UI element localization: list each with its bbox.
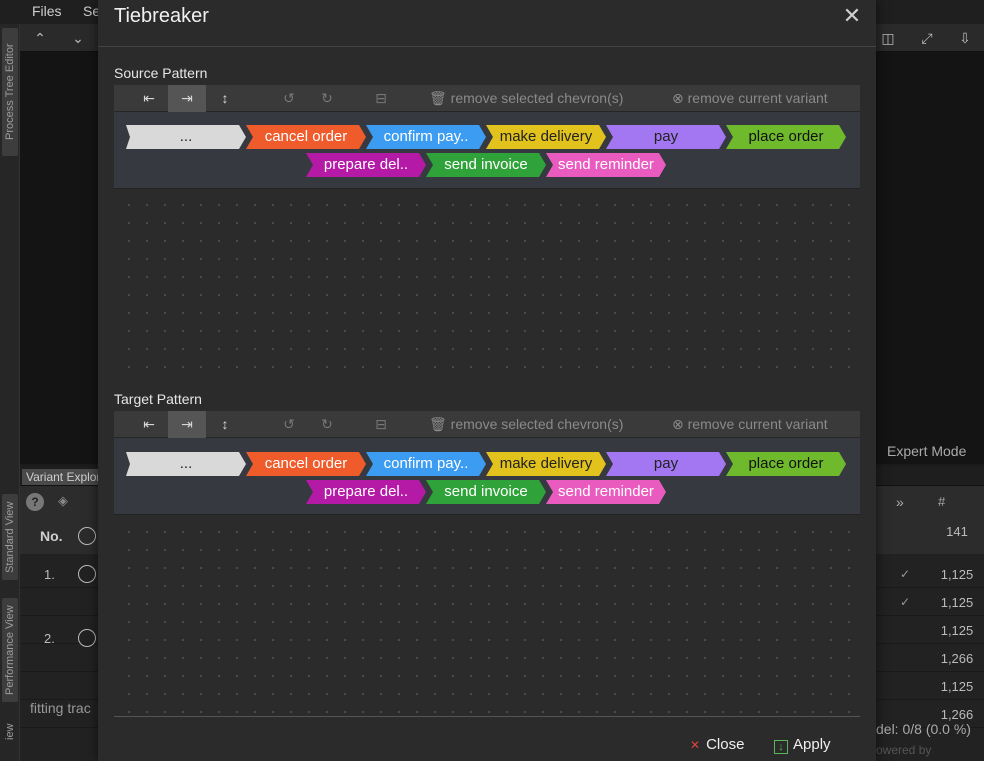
- target-toolbar: ⇤ ⇥ ↕ ↺ ↻ ⊟ 🗑 remove selected chevron(s)…: [114, 411, 860, 438]
- close-x-icon: ✕: [690, 738, 701, 752]
- redo-icon[interactable]: ↻: [308, 85, 346, 112]
- count-cell: 141: [946, 524, 968, 539]
- chevron-send-invoice[interactable]: send invoice: [426, 153, 546, 177]
- align-right-icon[interactable]: ⇥: [168, 411, 206, 438]
- remove-selected-button[interactable]: 🗑 remove selected chevron(s): [429, 90, 623, 107]
- target-pattern-label: Target Pattern: [114, 391, 202, 407]
- chevron-ellipsis[interactable]: ...: [126, 452, 246, 476]
- close-button[interactable]: ✕ Close: [690, 736, 744, 753]
- trash-icon: 🗑: [429, 416, 447, 432]
- fitting-status: fitting trac: [30, 700, 91, 716]
- align-left-icon[interactable]: ⇤: [130, 85, 168, 112]
- circle-x-icon: ⊗: [672, 90, 684, 106]
- fullscreen-icon[interactable]: ⤢: [915, 28, 939, 48]
- left-rail: Process Tree Editor Standard View Perfor…: [0, 24, 20, 761]
- tab-standard-view[interactable]: Standard View: [2, 494, 18, 580]
- apply-button[interactable]: ↓ Apply: [774, 736, 831, 754]
- chevron-send-reminder[interactable]: send reminder: [546, 480, 666, 504]
- chevron-prepare-delivery[interactable]: prepare del..: [306, 480, 426, 504]
- expand-icon[interactable]: »: [896, 494, 904, 510]
- count-cell: 1,125: [940, 595, 974, 610]
- chevron-make-delivery[interactable]: make delivery: [486, 125, 606, 149]
- undo-icon[interactable]: ↺: [270, 411, 308, 438]
- chevron-place-order[interactable]: place order: [726, 452, 846, 476]
- close-icon[interactable]: ✕: [840, 4, 864, 28]
- help-icon[interactable]: ?: [26, 493, 44, 511]
- target-pattern-editor: ⇤ ⇥ ↕ ↺ ↻ ⊟ 🗑 remove selected chevron(s)…: [114, 411, 860, 516]
- collapse-icon[interactable]: ⊟: [362, 411, 400, 438]
- remove-variant-button[interactable]: ⊗ remove current variant: [672, 90, 828, 107]
- row-number: 1.: [44, 567, 55, 582]
- select-all-radio[interactable]: [78, 527, 96, 545]
- remove-selected-button[interactable]: 🗑 remove selected chevron(s): [429, 416, 623, 433]
- powered-by: owered by: [876, 743, 932, 757]
- align-left-icon[interactable]: ⇤: [130, 411, 168, 438]
- chevron-pay[interactable]: pay: [606, 452, 726, 476]
- tab-process-tree-editor[interactable]: Process Tree Editor: [2, 28, 18, 156]
- trash-icon: 🗑: [429, 90, 447, 106]
- check-icon: ✓: [900, 567, 911, 581]
- chevron-confirm-payment[interactable]: confirm pay..: [366, 452, 486, 476]
- chevron-send-invoice[interactable]: send invoice: [426, 480, 546, 504]
- redo-icon[interactable]: ↻: [308, 411, 346, 438]
- chevron-prepare-delivery[interactable]: prepare del..: [306, 153, 426, 177]
- download-icon: ↓: [774, 740, 788, 754]
- target-variant-chevrons: ... cancel order confirm pay.. make deli…: [114, 438, 860, 515]
- column-no: No.: [40, 528, 63, 544]
- chevron-up-icon[interactable]: ⌃: [28, 28, 52, 48]
- tab-performance-view[interactable]: Performance View: [2, 598, 18, 702]
- column-count: #: [938, 494, 946, 509]
- chevron-cancel-order[interactable]: cancel order: [246, 452, 366, 476]
- chevron-ellipsis[interactable]: ...: [126, 125, 246, 149]
- count-cell: 1,125: [940, 623, 974, 638]
- expand-vertical-icon[interactable]: ↕: [206, 85, 244, 112]
- count-cell: 1,125: [940, 567, 974, 582]
- align-right-icon[interactable]: ⇥: [168, 85, 206, 112]
- expand-vertical-icon[interactable]: ↕: [206, 411, 244, 438]
- layers-icon[interactable]: ◈: [58, 493, 68, 509]
- chevron-place-order[interactable]: place order: [726, 125, 846, 149]
- remove-variant-label: remove current variant: [687, 416, 828, 432]
- target-drop-area[interactable]: [114, 517, 860, 713]
- source-toolbar: ⇤ ⇥ ↕ ↺ ↻ ⊟ 🗑 remove selected chevron(s)…: [114, 85, 860, 112]
- collapse-icon[interactable]: ⊟: [362, 85, 400, 112]
- remove-variant-button[interactable]: ⊗ remove current variant: [672, 416, 828, 433]
- dialog-header: Tiebreaker ✕: [98, 0, 876, 47]
- model-status: del: 0/8 (0.0 %): [876, 721, 971, 737]
- check-icon: ✓: [900, 595, 911, 609]
- menu-files[interactable]: Files: [32, 3, 62, 19]
- tiebreaker-dialog: Tiebreaker ✕ Source Pattern ⇤ ⇥ ↕ ↺ ↻ ⊟ …: [98, 0, 876, 761]
- chevron-down-icon[interactable]: ⌄: [66, 28, 90, 48]
- tab-other-view[interactable]: iew: [2, 718, 18, 746]
- expert-mode-label[interactable]: Expert Mode: [887, 443, 966, 459]
- remove-variant-label: remove current variant: [687, 90, 828, 106]
- remove-selected-label: remove selected chevron(s): [450, 416, 624, 432]
- chevron-cancel-order[interactable]: cancel order: [246, 125, 366, 149]
- remove-selected-label: remove selected chevron(s): [450, 90, 624, 106]
- export-icon[interactable]: ⇩: [953, 28, 977, 48]
- footer-divider: [114, 716, 860, 717]
- apply-button-label: Apply: [793, 736, 831, 753]
- count-cell: 1,266: [940, 651, 974, 666]
- source-drop-area[interactable]: [114, 190, 860, 380]
- chevron-make-delivery[interactable]: make delivery: [486, 452, 606, 476]
- source-pattern-label: Source Pattern: [114, 65, 208, 81]
- dialog-title: Tiebreaker: [114, 5, 209, 27]
- chevron-send-reminder[interactable]: send reminder: [546, 153, 666, 177]
- source-pattern-editor: ⇤ ⇥ ↕ ↺ ↻ ⊟ 🗑 remove selected chevron(s)…: [114, 85, 860, 189]
- chevron-pay[interactable]: pay: [606, 125, 726, 149]
- row-radio[interactable]: [78, 565, 96, 583]
- undo-icon[interactable]: ↺: [270, 85, 308, 112]
- chevron-confirm-payment[interactable]: confirm pay..: [366, 125, 486, 149]
- tab-variant-explorer[interactable]: Variant Explor: [22, 469, 105, 485]
- count-cell: 1,266: [940, 707, 974, 722]
- count-cell: 1,125: [940, 679, 974, 694]
- layout-icon[interactable]: ◫: [876, 28, 900, 48]
- circle-x-icon: ⊗: [672, 416, 684, 432]
- source-variant-chevrons: ... cancel order confirm pay.. make deli…: [114, 112, 860, 189]
- close-button-label: Close: [706, 736, 745, 753]
